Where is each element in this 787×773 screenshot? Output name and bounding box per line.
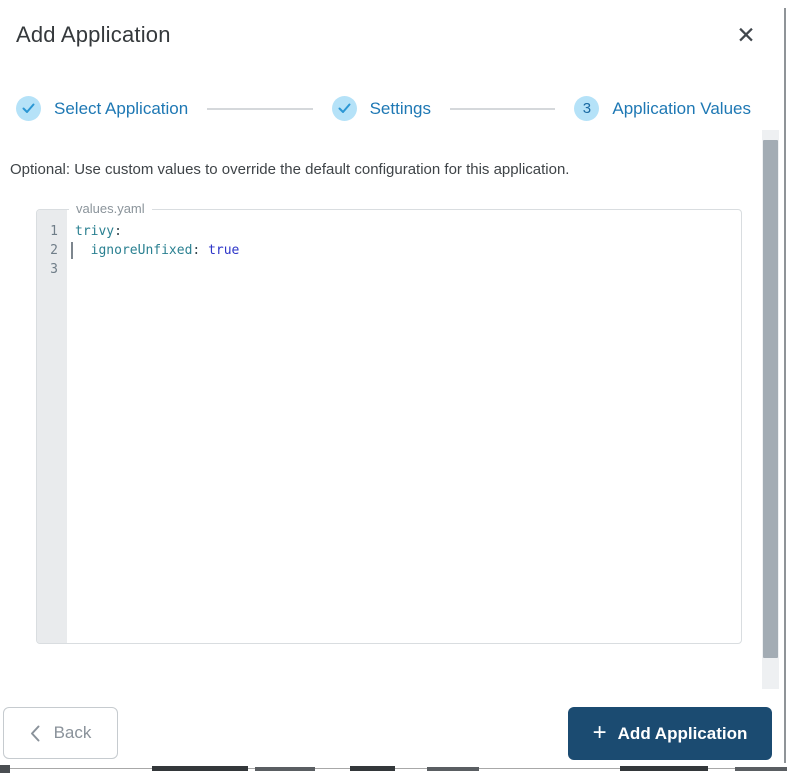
line-number: 3	[50, 262, 58, 277]
optional-values-hint: Optional: Use custom values to override …	[10, 161, 570, 178]
line-number-gutter: 1 2 3	[37, 210, 67, 643]
wizard-stepper: Select Application Settings 3 Applicatio…	[16, 96, 751, 121]
step-connector	[450, 107, 556, 110]
back-button-label: Back	[53, 723, 92, 742]
background-fragment	[620, 766, 708, 771]
yaml-code-input[interactable]: trivy: ignoreUnfixed: true	[67, 210, 741, 643]
background-page-sliver	[0, 763, 787, 773]
step-label: Settings	[369, 98, 432, 118]
content-scrollbar-track[interactable]	[762, 130, 779, 689]
step-select-application[interactable]: Select Application	[16, 96, 188, 121]
step-label: Select Application	[54, 98, 189, 118]
step-application-values[interactable]: 3 Application Values	[574, 96, 751, 121]
line-number: 2	[50, 243, 58, 258]
background-page-edge	[784, 8, 786, 773]
add-application-dialog: Add Application ✕ Select Application Set…	[0, 0, 787, 763]
step-completed-indicator	[331, 96, 357, 121]
step-connector	[207, 107, 313, 110]
step-number: 3	[582, 100, 592, 117]
add-application-button[interactable]: + Add Application	[568, 707, 772, 760]
background-fragment	[350, 766, 395, 771]
background-fragment	[0, 765, 10, 773]
yaml-key: ignoreUnfixed	[90, 243, 193, 258]
yaml-key: trivy	[75, 224, 115, 239]
yaml-colon: :	[114, 224, 122, 239]
check-icon	[22, 103, 35, 114]
close-icon[interactable]: ✕	[731, 20, 761, 50]
step-label: Application Values	[612, 98, 751, 118]
background-fragment	[427, 767, 479, 771]
plus-icon: +	[592, 718, 607, 746]
line-number: 1	[50, 224, 58, 239]
step-settings[interactable]: Settings	[331, 96, 432, 121]
dialog-title: Add Application	[16, 22, 171, 47]
yaml-indent	[75, 243, 91, 258]
check-icon	[338, 103, 351, 114]
values-yaml-editor: values.yaml 1 2 3 trivy: ignoreUnfixed: …	[36, 201, 742, 644]
yaml-space	[200, 243, 208, 258]
background-fragment	[255, 767, 315, 771]
code-line: ignoreUnfixed: true	[75, 241, 733, 260]
yaml-boolean-value: true	[208, 243, 240, 258]
step-number-indicator: 3	[574, 96, 600, 121]
content-scrollbar-thumb[interactable]	[763, 140, 778, 658]
background-fragment	[152, 766, 248, 771]
back-button[interactable]: Back	[3, 707, 118, 759]
add-application-button-label: Add Application	[617, 723, 748, 743]
chevron-left-icon	[30, 725, 40, 742]
step-completed-indicator	[16, 96, 41, 121]
text-cursor	[71, 242, 73, 259]
background-fragment	[735, 767, 787, 771]
code-line: trivy:	[75, 222, 733, 241]
